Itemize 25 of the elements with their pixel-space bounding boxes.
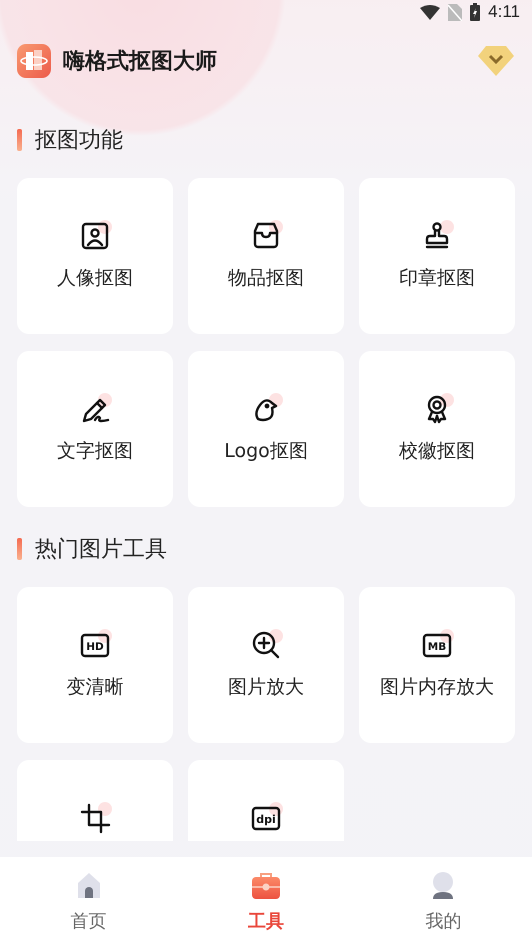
section-accent-bar xyxy=(17,538,22,560)
app-logo xyxy=(17,44,51,78)
tool-card[interactable]: MB 图片内存放大 xyxy=(359,587,515,743)
nav-tab[interactable]: 我的 xyxy=(354,857,532,945)
status-time: 4:11 xyxy=(488,2,520,22)
tool-card[interactable]: 人像抠图 xyxy=(17,178,173,334)
section-title: 热门图片工具 xyxy=(35,536,167,564)
wifi-icon xyxy=(420,4,440,20)
tool-card[interactable]: 印章抠图 xyxy=(359,178,515,334)
app-title: 嗨格式抠图大师 xyxy=(63,48,218,76)
no-sim-icon xyxy=(448,4,462,20)
nav-tab[interactable]: 工具 xyxy=(177,857,355,945)
section-accent-bar xyxy=(17,129,22,151)
battery-icon xyxy=(470,3,480,21)
tool-card[interactable]: 文字抠图 xyxy=(17,351,173,507)
tool-card[interactable]: 物品抠图 xyxy=(188,178,344,334)
tool-card[interactable]: HD 变清晰 xyxy=(17,587,173,743)
tool-card[interactable]: 图片放大 xyxy=(188,587,344,743)
section-title: 抠图功能 xyxy=(35,127,123,155)
toolbox-icon xyxy=(250,871,281,901)
tool-card[interactable]: Logo抠图 xyxy=(188,351,344,507)
vip-diamond-icon[interactable] xyxy=(477,45,515,77)
nav-tab[interactable]: 首页 xyxy=(0,857,178,945)
tool-card[interactable]: 校徽抠图 xyxy=(359,351,515,507)
tool-card[interactable]: dpi xyxy=(188,760,344,841)
